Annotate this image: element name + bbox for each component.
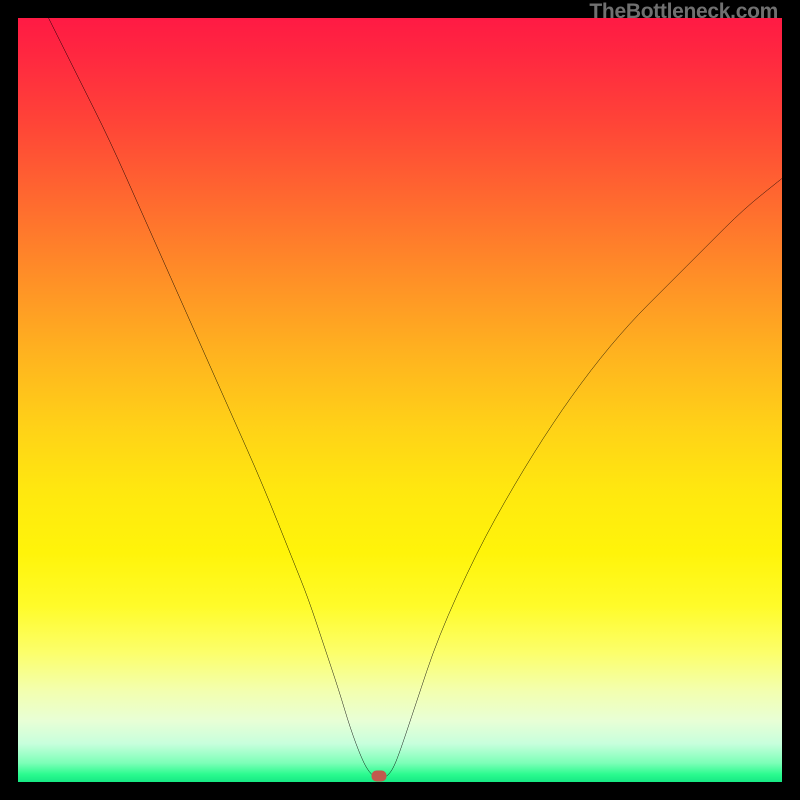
bottleneck-curve — [49, 18, 782, 778]
plot-area — [18, 18, 782, 782]
curve-svg — [18, 18, 782, 782]
optimal-point-marker — [372, 770, 387, 781]
chart-container: TheBottleneck.com — [0, 0, 800, 800]
watermark-text: TheBottleneck.com — [589, 0, 778, 24]
